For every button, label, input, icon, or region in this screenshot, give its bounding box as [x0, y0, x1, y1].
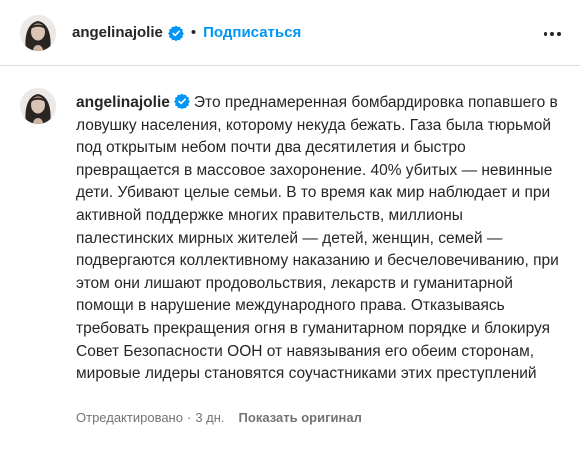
post-header: angelinajolie • Подписаться	[0, 0, 580, 66]
caption-avatar[interactable]	[20, 88, 56, 124]
meta-separator: ·	[186, 410, 192, 425]
avatar[interactable]	[20, 14, 56, 51]
caption-body: Это преднамеренная бомбардировка попавше…	[76, 94, 559, 383]
more-options-icon[interactable]	[542, 24, 562, 44]
header-username[interactable]: angelinajolie	[72, 24, 163, 41]
follow-button[interactable]: Подписаться	[203, 24, 301, 41]
verified-badge-icon	[173, 93, 190, 109]
post-meta: Отредактировано · 3 дн. Показать оригина…	[76, 410, 362, 425]
post-time[interactable]: 3 дн.	[195, 410, 224, 425]
show-original-button[interactable]: Показать оригинал	[239, 410, 362, 425]
verified-badge-icon	[167, 25, 184, 41]
header-separator: •	[190, 24, 197, 41]
edited-label: Отредактировано	[76, 410, 183, 425]
caption-username[interactable]: angelinajolie	[76, 94, 170, 111]
caption-text: angelinajolie Это преднамеренная бомбарди…	[76, 92, 562, 386]
